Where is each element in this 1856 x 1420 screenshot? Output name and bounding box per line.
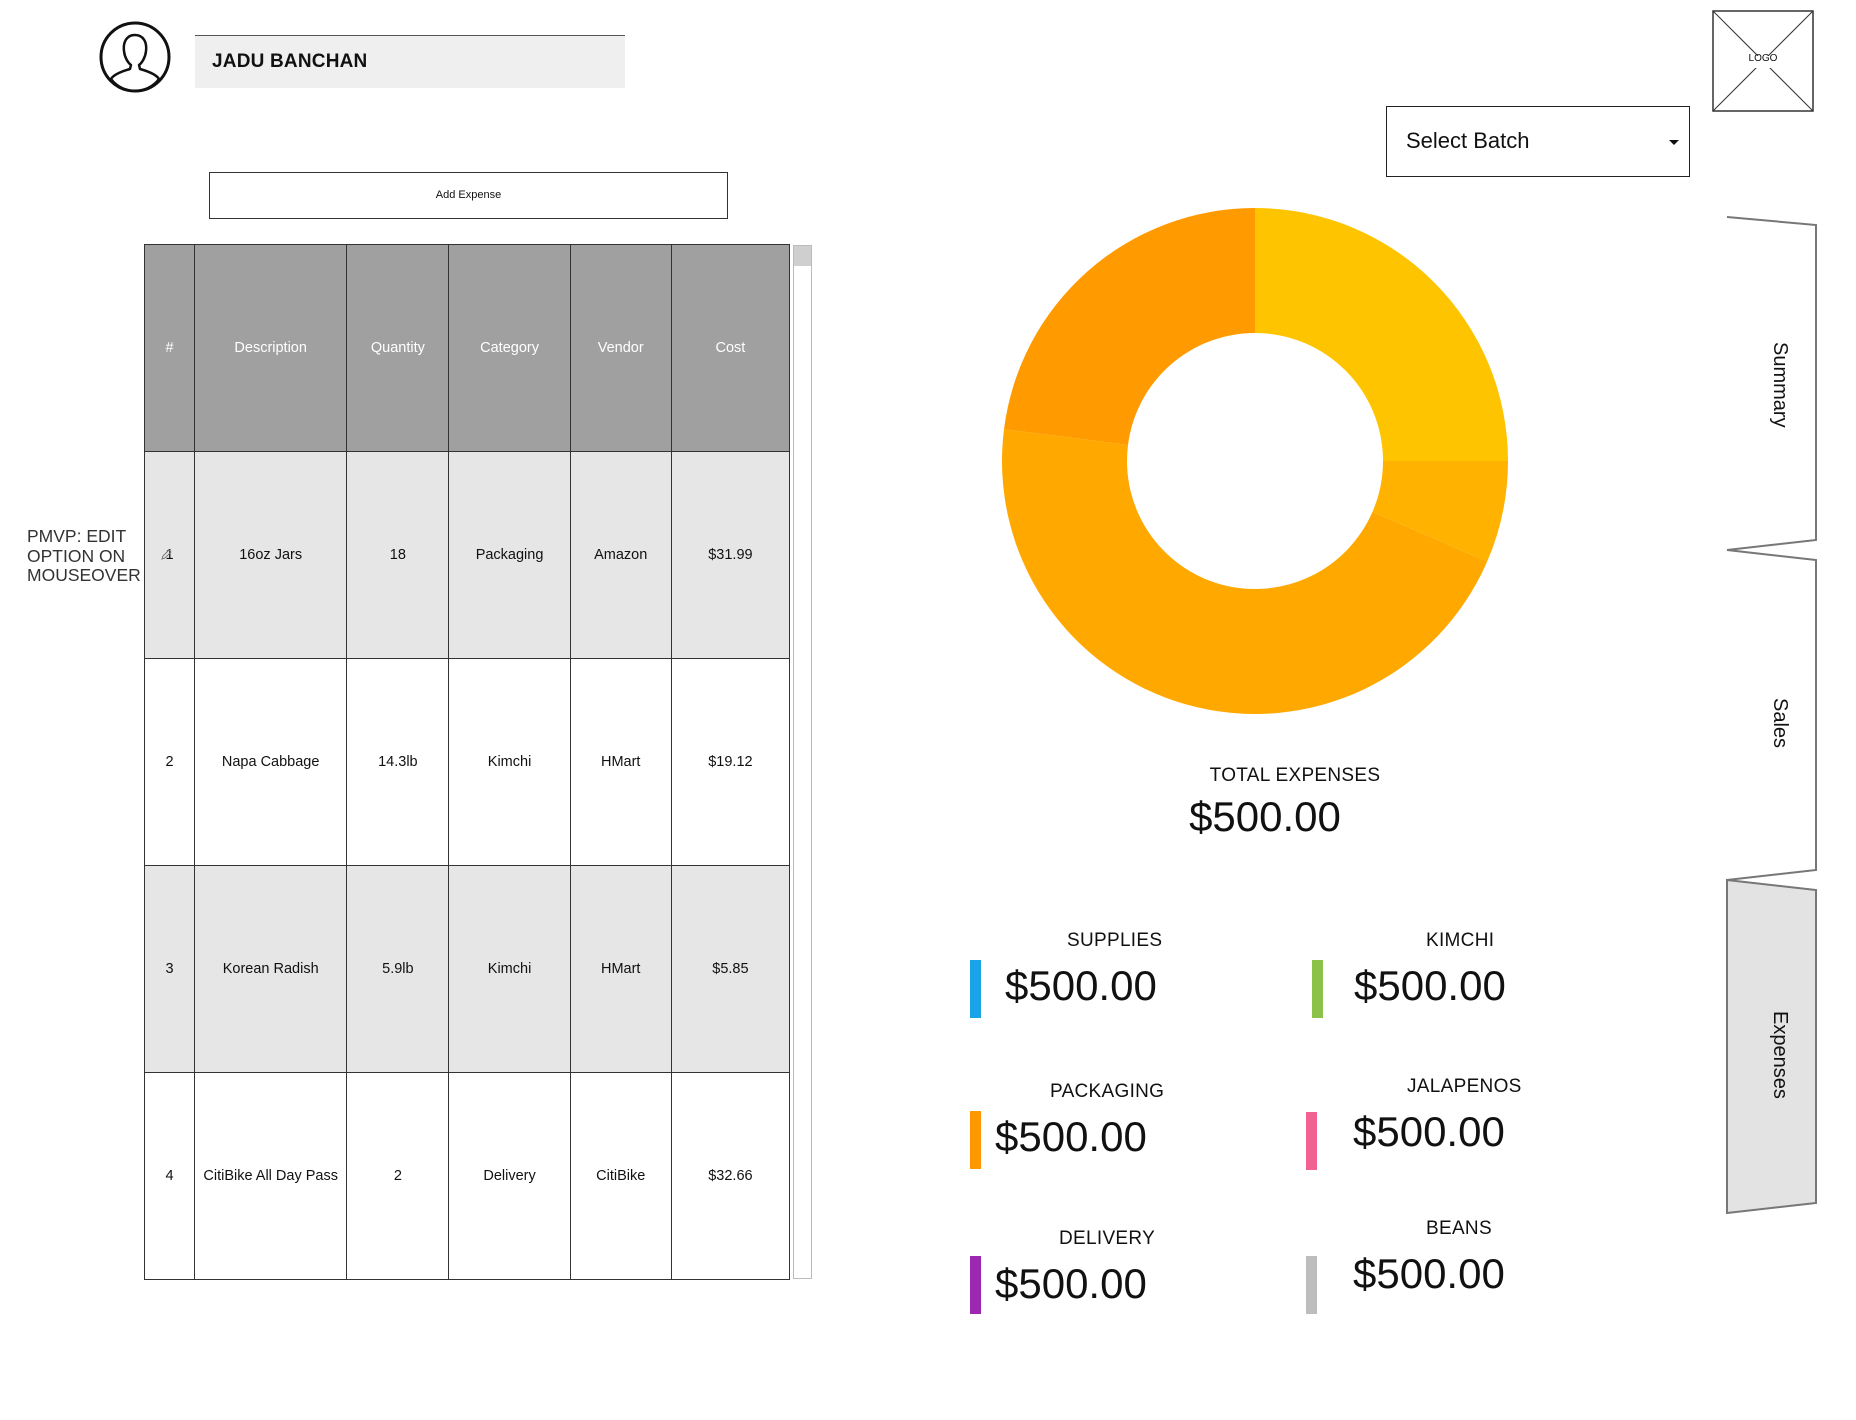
row-number-cell: 3 bbox=[143, 865, 196, 1073]
column-header-number[interactable]: # bbox=[143, 244, 196, 452]
total-expenses-value: $500.00 bbox=[1189, 793, 1341, 840]
category-value: $500.00 bbox=[1005, 962, 1157, 1009]
donut-slice-2 bbox=[1003, 208, 1255, 445]
category-cell: Kimchi bbox=[448, 865, 571, 1073]
category-label: KIMCHI bbox=[1426, 930, 1495, 951]
category-label: PACKAGING bbox=[1050, 1081, 1165, 1102]
table-row[interactable]: 3 Korean Radish 5.9lb Kimchi HMart $5.85 bbox=[143, 865, 791, 1073]
quantity-cell: 18 bbox=[346, 451, 450, 659]
supplies-color-swatch bbox=[970, 960, 981, 1018]
vendor-cell: HMart bbox=[569, 658, 672, 866]
quantity-cell: 2 bbox=[346, 1072, 450, 1280]
category-label: BEANS bbox=[1426, 1218, 1492, 1239]
beans-color-swatch bbox=[1306, 1256, 1317, 1314]
description-cell: Napa Cabbage bbox=[194, 658, 348, 866]
category-delivery: DELIVERY $500.00 bbox=[970, 1228, 1270, 1328]
column-header-quantity[interactable]: Quantity bbox=[346, 244, 450, 452]
batch-select[interactable]: Select Batch bbox=[1386, 106, 1690, 177]
category-supplies: SUPPLIES $500.00 bbox=[970, 930, 1270, 1030]
total-expenses-label: TOTAL EXPENSES bbox=[1209, 765, 1381, 786]
expenses-donut-chart bbox=[1002, 208, 1508, 715]
column-header-cost[interactable]: Cost bbox=[670, 244, 791, 452]
batch-select-value: Select Batch bbox=[1406, 128, 1530, 153]
logo-placeholder: LOGO bbox=[1712, 10, 1814, 112]
row-number-cell[interactable]: 1 bbox=[143, 451, 196, 659]
column-header-description[interactable]: Description bbox=[194, 244, 348, 452]
category-value: $500.00 bbox=[995, 1260, 1147, 1307]
row-number-cell: 2 bbox=[143, 658, 196, 866]
description-cell: 16oz Jars bbox=[194, 451, 348, 659]
delivery-color-swatch bbox=[970, 1256, 981, 1314]
annotation-note: PMVP: EDIT OPTION ON MOUSEOVER bbox=[27, 526, 141, 585]
pencil-edit-icon[interactable] bbox=[161, 548, 173, 560]
vendor-cell: HMart bbox=[569, 865, 672, 1073]
logo-text: LOGO bbox=[1748, 53, 1778, 64]
scrollbar-thumb[interactable] bbox=[794, 246, 811, 266]
cost-cell: $5.85 bbox=[670, 865, 791, 1073]
description-cell: Korean Radish bbox=[194, 865, 348, 1073]
column-header-vendor[interactable]: Vendor bbox=[569, 244, 672, 452]
description-cell: CitiBike All Day Pass bbox=[194, 1072, 348, 1280]
category-value: $500.00 bbox=[1354, 962, 1506, 1009]
cost-cell: $31.99 bbox=[670, 451, 791, 659]
table-header-row: # Description Quantity Category Vendor C… bbox=[143, 244, 791, 452]
expense-table: # Description Quantity Category Vendor C… bbox=[143, 244, 791, 1280]
tab-sales[interactable]: Sales bbox=[1740, 683, 1820, 763]
cost-cell: $32.66 bbox=[670, 1072, 791, 1280]
table-row[interactable]: 4 CitiBike All Day Pass 2 Delivery CitiB… bbox=[143, 1072, 791, 1280]
cost-cell: $19.12 bbox=[670, 658, 791, 866]
category-value: $500.00 bbox=[1353, 1108, 1505, 1155]
tab-expenses[interactable]: Expenses bbox=[1740, 995, 1820, 1115]
row-number-cell: 4 bbox=[143, 1072, 196, 1280]
donut-slice-1 bbox=[1255, 208, 1508, 461]
jalapenos-color-swatch bbox=[1306, 1112, 1317, 1170]
kimchi-color-swatch bbox=[1312, 960, 1323, 1018]
category-jalapenos: JALAPENOS $500.00 bbox=[1306, 1076, 1606, 1176]
category-label: DELIVERY bbox=[1059, 1228, 1156, 1249]
category-cell: Kimchi bbox=[448, 658, 571, 866]
chevron-down-icon[interactable] bbox=[1669, 140, 1679, 145]
avatar-icon[interactable] bbox=[99, 21, 171, 93]
packaging-color-swatch bbox=[970, 1111, 981, 1169]
category-value: $500.00 bbox=[995, 1113, 1147, 1160]
tab-summary[interactable]: Summary bbox=[1740, 330, 1820, 440]
add-expense-button[interactable]: Add Expense bbox=[209, 172, 728, 219]
category-beans: BEANS $500.00 bbox=[1306, 1218, 1606, 1318]
vendor-cell: CitiBike bbox=[569, 1072, 672, 1280]
category-label: JALAPENOS bbox=[1407, 1076, 1522, 1097]
category-kimchi: KIMCHI $500.00 bbox=[1312, 930, 1612, 1030]
table-scrollbar[interactable] bbox=[793, 245, 812, 1279]
quantity-cell: 5.9lb bbox=[346, 865, 450, 1073]
vendor-cell: Amazon bbox=[569, 451, 672, 659]
quantity-cell: 14.3lb bbox=[346, 658, 450, 866]
table-row[interactable]: 1 16oz Jars 18 Packaging Amazon $31.99 bbox=[143, 451, 791, 659]
user-name: JADU BANCHAN bbox=[195, 35, 625, 88]
category-cell: Packaging bbox=[448, 451, 571, 659]
category-packaging: PACKAGING $500.00 bbox=[970, 1081, 1270, 1181]
category-value: $500.00 bbox=[1353, 1250, 1505, 1297]
category-label: SUPPLIES bbox=[1067, 930, 1163, 951]
category-cell: Delivery bbox=[448, 1072, 571, 1280]
table-row[interactable]: 2 Napa Cabbage 14.3lb Kimchi HMart $19.1… bbox=[143, 658, 791, 866]
column-header-category[interactable]: Category bbox=[448, 244, 571, 452]
